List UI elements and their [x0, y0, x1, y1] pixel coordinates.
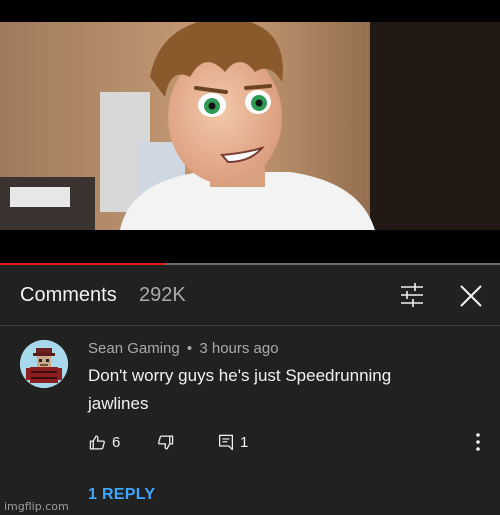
comment-text: Don't worry guys he's just Speedrunning …	[88, 366, 392, 413]
meta-separator: •	[186, 340, 193, 357]
comment-timestamp: 3 hours ago	[199, 340, 279, 357]
reply-count: 1	[240, 433, 249, 451]
imgflip-watermark: imgflip.com	[4, 500, 69, 513]
close-icon	[460, 285, 482, 307]
thumbs-down-icon	[158, 434, 174, 450]
like-button[interactable]: 6	[89, 431, 120, 453]
comment-author[interactable]: Sean Gaming	[88, 340, 180, 357]
comment-icon	[218, 434, 234, 450]
sort-filter-button[interactable]	[398, 282, 426, 308]
sliders-icon	[401, 283, 423, 307]
comment-menu-button[interactable]	[472, 431, 484, 453]
video-player[interactable]	[0, 0, 500, 265]
dislike-button[interactable]	[157, 431, 174, 453]
video-frame	[0, 22, 500, 230]
reply-button[interactable]: 1	[218, 431, 248, 453]
avatar[interactable]	[20, 340, 68, 388]
thumbs-up-icon	[89, 434, 105, 450]
comments-header: Comments 292K	[0, 266, 500, 326]
header-divider	[0, 325, 500, 326]
comments-count: 292K	[139, 284, 186, 306]
comments-title: Comments	[20, 284, 117, 306]
comment-meta: Sean Gaming • 3 hours ago	[88, 340, 279, 357]
close-comments-button[interactable]	[458, 283, 484, 309]
view-replies-link[interactable]: 1 REPLY	[88, 486, 155, 504]
user-avatar-icon	[20, 340, 68, 388]
video-progress-bar[interactable]	[0, 263, 500, 265]
video-progress-fill	[0, 263, 165, 265]
more-vertical-icon	[476, 433, 480, 451]
like-count: 6	[112, 433, 121, 451]
